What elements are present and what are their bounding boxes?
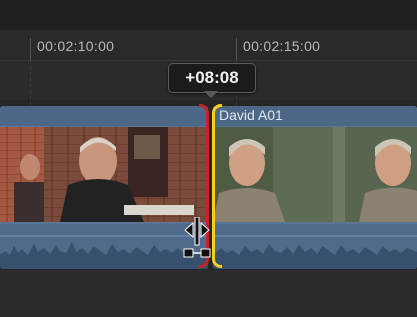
clip-thumbnail	[333, 127, 417, 222]
timeline-toolbar-strip	[0, 0, 417, 30]
ruler-timecode: 00:02:10:00	[37, 38, 115, 54]
right-clip[interactable]: David A01	[213, 106, 417, 269]
clip-thumbnail	[0, 127, 44, 222]
clip-audio-waveform	[0, 224, 208, 269]
ruler-timecode: 00:02:15:00	[243, 38, 321, 54]
ripple-trim-cursor-icon	[182, 216, 212, 263]
clip-thumbnail	[44, 127, 208, 222]
selected-edit-edge[interactable]	[212, 104, 222, 268]
tooltip-pointer	[204, 91, 218, 98]
clip-name: David A01	[219, 107, 283, 123]
timeline-view: 00:02:10:00 00:02:15:00 David A01 +08:08	[0, 0, 417, 317]
time-ruler[interactable]: 00:02:10:00 00:02:15:00	[0, 30, 417, 61]
empty-timeline-area	[0, 270, 417, 317]
trim-delta-tooltip: +08:08	[168, 63, 256, 93]
ruler-tick	[236, 38, 237, 60]
clip-audio-waveform	[213, 224, 417, 269]
clip-header	[0, 106, 208, 126]
ruler-tick	[30, 38, 31, 60]
clip-header: David A01	[213, 106, 417, 126]
clip-thumbnail	[213, 127, 333, 222]
left-clip[interactable]	[0, 106, 208, 269]
